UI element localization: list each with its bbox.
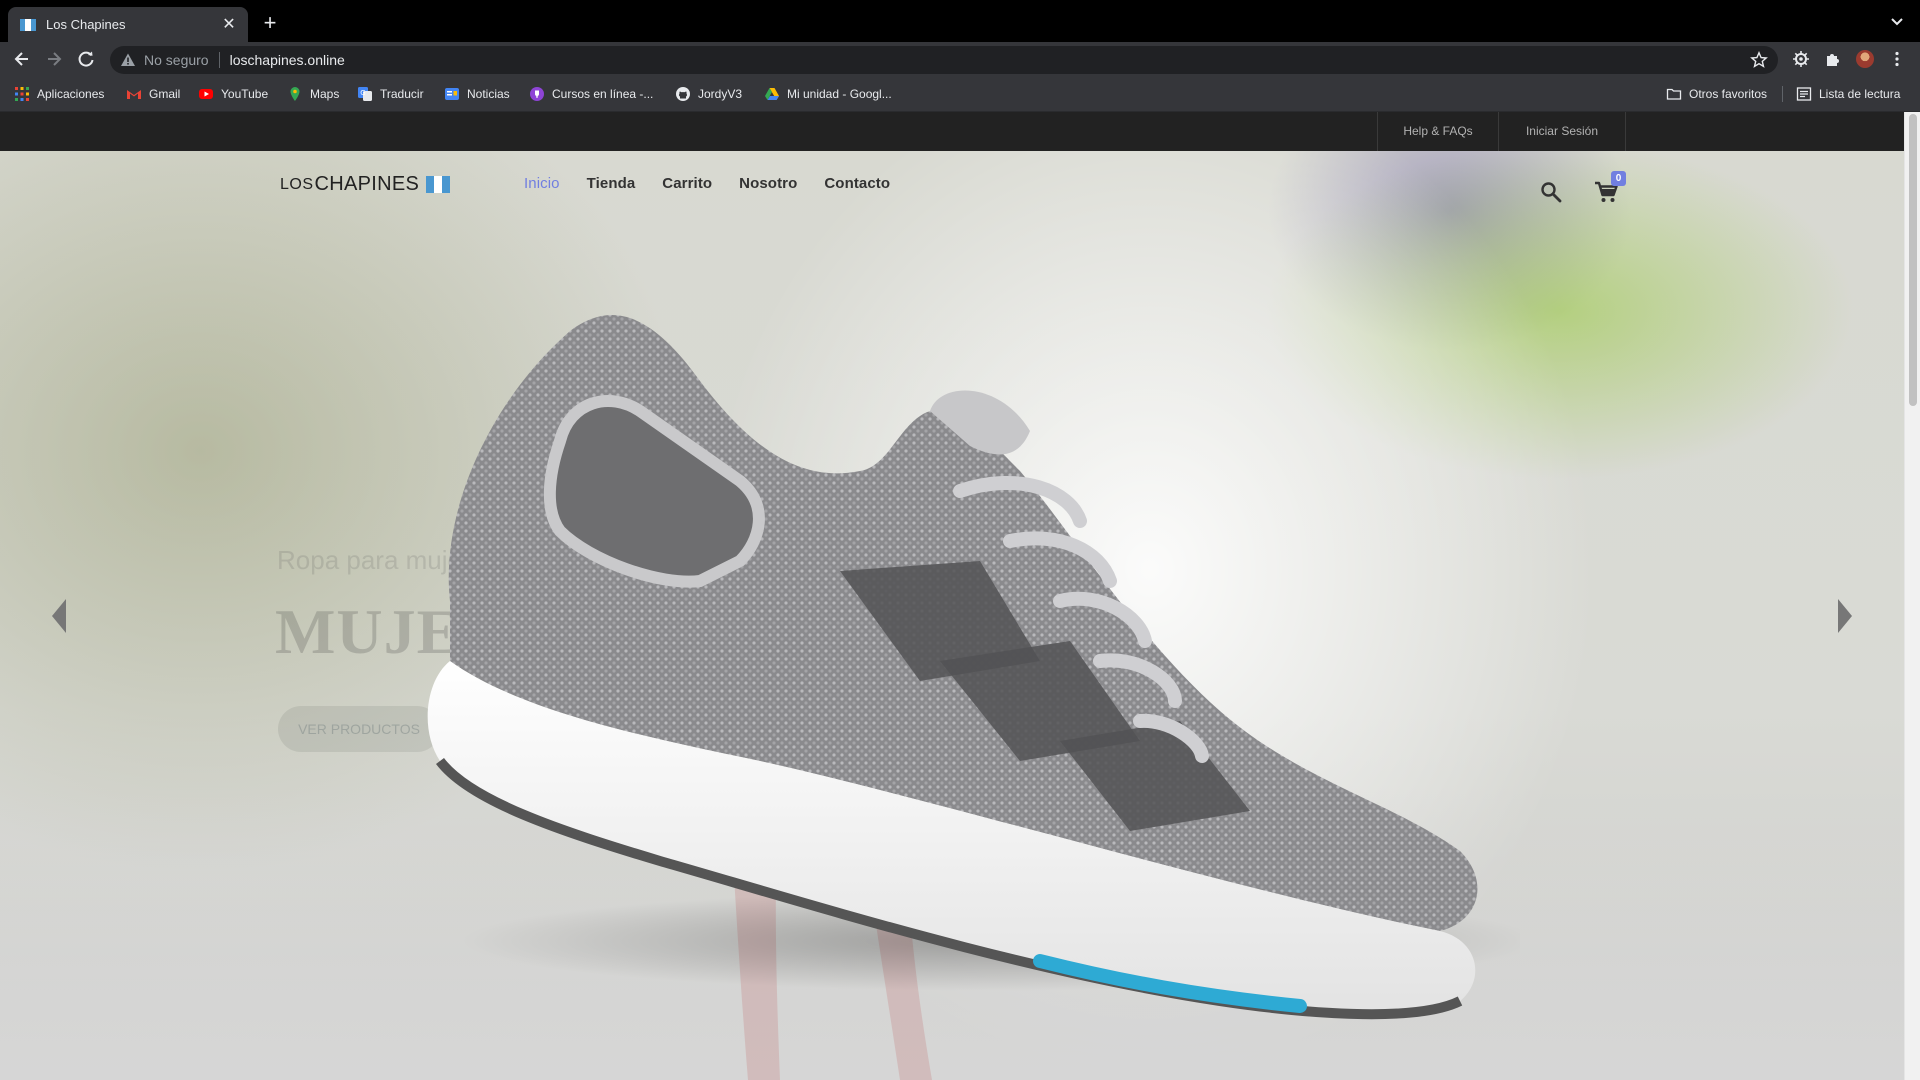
site-topbar: Help & FAQs Iniciar Sesión: [0, 112, 1904, 151]
guatemala-flag-icon: [426, 176, 451, 193]
bookmark-jordyv3[interactable]: JordyV3: [675, 85, 742, 103]
main-navigation: Inicio Tienda Carrito Nosotro Contacto: [524, 175, 890, 192]
bookmark-label: Cursos en línea -...: [552, 87, 654, 101]
nav-nosotro[interactable]: Nosotro: [739, 175, 797, 192]
bookmark-label: Noticias: [467, 87, 510, 101]
login-link[interactable]: Iniciar Sesión: [1498, 112, 1626, 151]
github-icon: [676, 87, 690, 101]
forward-arrow-icon[interactable]: [44, 49, 64, 69]
bookmarks-divider: [1782, 86, 1783, 102]
courses-icon: [530, 87, 544, 101]
site-header: LOS CHAPINES Inicio Tienda Carrito Nosot…: [0, 151, 1904, 219]
close-tab-icon[interactable]: ✕: [220, 16, 238, 34]
bookmark-traducir[interactable]: G Traducir: [357, 85, 424, 103]
security-label[interactable]: No seguro: [144, 52, 209, 68]
reload-icon[interactable]: [76, 49, 96, 69]
sneaker-product-image: [427, 315, 1520, 1020]
address-bar[interactable]: No seguro loschapines.online: [110, 46, 1778, 74]
bookmark-mi-unidad[interactable]: Mi unidad - Googl...: [764, 85, 892, 103]
address-separator: [218, 52, 220, 68]
bookmark-maps[interactable]: Maps: [287, 85, 339, 103]
bookmark-noticias[interactable]: Noticias: [444, 85, 510, 103]
youtube-icon: [199, 89, 213, 99]
extensions-puzzle-icon[interactable]: [1824, 50, 1842, 68]
bookmark-label: Maps: [310, 87, 340, 101]
bookmark-label: JordyV3: [698, 87, 743, 101]
bookmark-label: Otros favoritos: [1689, 87, 1768, 101]
bookmark-otros-favoritos[interactable]: Otros favoritos: [1666, 85, 1767, 103]
guatemala-flag-favicon-icon: [20, 18, 36, 31]
bookmark-label: Gmail: [149, 87, 181, 101]
news-icon: [445, 88, 459, 100]
scrollbar-thumb[interactable]: [1909, 114, 1917, 406]
gmail-icon: [127, 90, 141, 99]
nav-inicio[interactable]: Inicio: [524, 175, 560, 192]
bookmark-label: YouTube: [221, 87, 269, 101]
apps-grid-icon: [15, 87, 29, 101]
maps-icon: [290, 87, 300, 101]
reading-list-label: Lista de lectura: [1819, 87, 1901, 101]
search-icon[interactable]: [1539, 180, 1563, 204]
translate-icon: G: [358, 87, 372, 101]
bookmark-cursos[interactable]: Cursos en línea -...: [529, 85, 653, 103]
slider-next-arrow-icon[interactable]: [1830, 591, 1860, 641]
nav-tienda[interactable]: Tienda: [587, 175, 636, 192]
url-text[interactable]: loschapines.online: [230, 52, 345, 68]
tab-search-chevron-icon[interactable]: [1888, 12, 1906, 30]
browser-tab-title: Los Chapines: [46, 17, 126, 32]
new-tab-icon[interactable]: +: [258, 11, 282, 35]
bookmark-star-icon[interactable]: [1750, 51, 1768, 69]
browser-tab[interactable]: Los Chapines ✕: [8, 7, 248, 42]
bookmark-gmail[interactable]: Gmail: [126, 85, 180, 103]
reading-list-button[interactable]: Lista de lectura: [1796, 85, 1900, 103]
slider-prev-arrow-icon[interactable]: [44, 591, 74, 641]
profile-avatar[interactable]: [1856, 50, 1874, 68]
bookmark-label: Aplicaciones: [37, 87, 105, 101]
bookmark-label: Traducir: [380, 87, 424, 101]
nav-carrito[interactable]: Carrito: [662, 175, 712, 192]
svg-text:G: G: [360, 89, 365, 97]
reading-list-icon: [1796, 87, 1812, 101]
bookmark-youtube[interactable]: YouTube: [198, 85, 268, 103]
page-scrollbar[interactable]: [1904, 112, 1920, 1080]
bookmark-label: Mi unidad - Googl...: [787, 87, 892, 101]
browser-menu-kebab-icon[interactable]: [1888, 50, 1906, 68]
bookmarks-bar: Aplicaciones Gmail YouTube Maps G Traduc…: [0, 76, 1920, 112]
browser-toolbar: No seguro loschapines.online: [0, 42, 1920, 76]
help-faqs-link[interactable]: Help & FAQs: [1377, 112, 1498, 151]
logo-text-chapines: CHAPINES: [314, 173, 420, 195]
cart-count-badge: 0: [1611, 171, 1626, 186]
site-logo[interactable]: LOS CHAPINES: [280, 173, 451, 196]
browser-tab-strip: Los Chapines ✕ +: [0, 0, 1920, 42]
bookmark-aplicaciones[interactable]: Aplicaciones: [14, 85, 104, 103]
web-page: Help & FAQs Iniciar Sesión LOS CHAPINES …: [0, 112, 1904, 1080]
folder-icon: [1666, 88, 1682, 100]
back-arrow-icon[interactable]: [12, 49, 32, 69]
extension-gear-icon[interactable]: [1792, 50, 1810, 68]
hero-slider: LOS CHAPINES Inicio Tienda Carrito Nosot…: [0, 151, 1904, 1080]
drive-icon: [765, 88, 779, 100]
nav-contacto[interactable]: Contacto: [824, 175, 890, 192]
not-secure-warning-icon[interactable]: [120, 52, 136, 68]
logo-text-los: LOS: [280, 175, 314, 193]
